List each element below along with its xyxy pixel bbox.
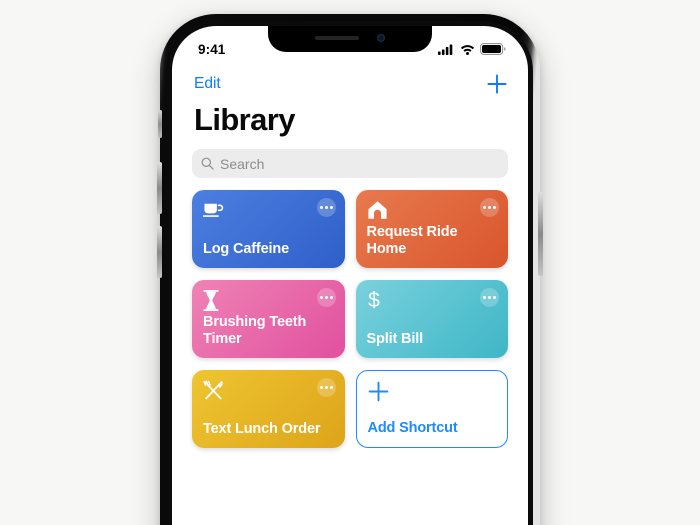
shortcut-tile-brushing-teeth-timer[interactable]: Brushing Teeth Timer bbox=[192, 280, 345, 358]
svg-text:$: $ bbox=[368, 289, 380, 311]
shortcut-tile-request-ride-home[interactable]: Request Ride Home bbox=[355, 190, 508, 268]
status-time: 9:41 bbox=[198, 41, 226, 57]
page-title: Library bbox=[194, 102, 296, 137]
ellipsis-icon[interactable] bbox=[480, 198, 499, 217]
power-button[interactable] bbox=[538, 192, 543, 276]
wifi-icon bbox=[460, 44, 475, 55]
phone-screen: 9:41 Edit Library Search Log Caffeine Re… bbox=[172, 26, 528, 525]
notch-speaker-icon bbox=[315, 35, 359, 40]
plus-icon bbox=[368, 380, 390, 402]
edit-button[interactable]: Edit bbox=[190, 73, 225, 95]
house-icon bbox=[367, 199, 389, 221]
hourglass-icon bbox=[203, 289, 225, 311]
shortcut-tile-split-bill[interactable]: $ Split Bill bbox=[355, 280, 508, 358]
shortcut-tile-text-lunch-order[interactable]: Text Lunch Order bbox=[192, 370, 345, 448]
volume-down-button[interactable] bbox=[157, 226, 162, 278]
tile-label: Request Ride Home bbox=[366, 224, 458, 258]
dollar-sign-icon: $ bbox=[367, 289, 389, 311]
ellipsis-icon[interactable] bbox=[316, 378, 336, 397]
coffee-cup-icon bbox=[203, 199, 225, 221]
cellular-signal-icon bbox=[438, 44, 455, 55]
nav-bar: Edit bbox=[172, 66, 528, 102]
notch bbox=[268, 26, 432, 52]
shortcut-tile-add-shortcut[interactable]: Add Shortcut bbox=[355, 370, 508, 448]
tile-label: Brushing Teeth Timer bbox=[203, 314, 307, 348]
shortcut-grid: Log Caffeine Request Ride Home Brushing … bbox=[192, 190, 508, 448]
ellipsis-icon[interactable] bbox=[316, 288, 336, 307]
search-bar[interactable] bbox=[192, 149, 508, 178]
search-input[interactable] bbox=[220, 155, 499, 172]
add-shortcut-plus-button[interactable] bbox=[484, 71, 510, 97]
shortcut-tile-log-caffeine[interactable]: Log Caffeine bbox=[192, 190, 345, 268]
status-icons bbox=[438, 43, 506, 55]
volume-up-button[interactable] bbox=[157, 162, 162, 214]
tile-label: Add Shortcut bbox=[367, 420, 458, 437]
ellipsis-icon[interactable] bbox=[316, 198, 336, 217]
plus-icon bbox=[487, 74, 507, 94]
phone-frame: 9:41 Edit Library Search Log Caffeine Re… bbox=[157, 14, 543, 525]
tile-label: Text Lunch Order bbox=[203, 421, 321, 438]
battery-icon bbox=[480, 43, 506, 55]
tile-label: Log Caffeine bbox=[203, 241, 290, 258]
front-camera-icon bbox=[377, 33, 385, 42]
tile-label: Split Bill bbox=[366, 331, 424, 348]
search-icon bbox=[201, 157, 214, 170]
fork-knife-icon bbox=[203, 379, 225, 401]
silence-switch[interactable] bbox=[158, 110, 162, 138]
ellipsis-icon[interactable] bbox=[480, 288, 499, 307]
